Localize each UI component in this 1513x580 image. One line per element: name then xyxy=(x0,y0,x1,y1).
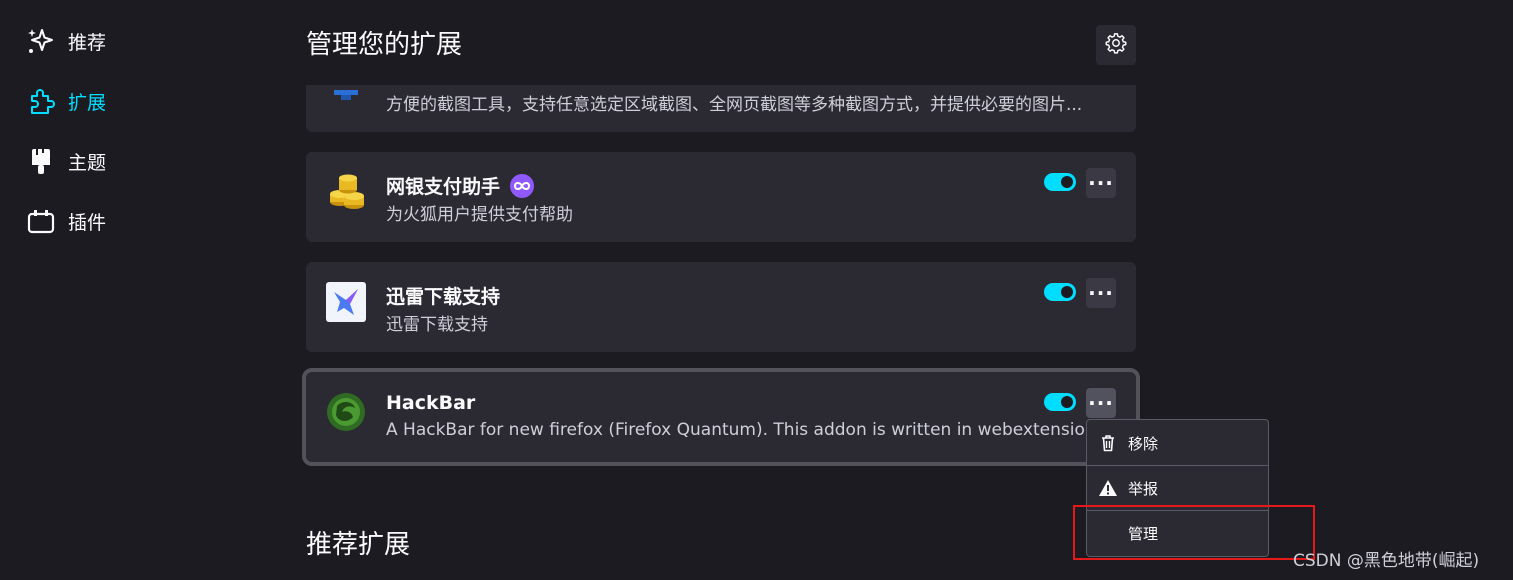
menu-item-label: 移除 xyxy=(1128,434,1159,453)
xunlei-bird-icon xyxy=(326,282,366,322)
menu-item-report[interactable]: 举报 xyxy=(1087,466,1268,510)
sidebar-item-recommendations[interactable]: 推荐 xyxy=(26,21,106,61)
hackbar-logo-icon xyxy=(326,392,366,432)
extension-toggle[interactable] xyxy=(1044,393,1076,411)
extension-card-payment[interactable]: 网银支付助手 为火狐用户提供支付帮助 ··· xyxy=(306,152,1136,242)
more-options-button[interactable]: ··· xyxy=(1086,278,1116,308)
trash-icon xyxy=(1098,433,1118,453)
extension-name-row: 网银支付助手 xyxy=(386,172,535,199)
more-icon: ··· xyxy=(1088,281,1114,305)
more-icon: ··· xyxy=(1088,391,1114,415)
sidebar-item-label: 推荐 xyxy=(68,31,107,54)
menu-item-label: 举报 xyxy=(1128,479,1159,498)
more-options-button[interactable]: ··· xyxy=(1086,388,1116,418)
extension-description: A HackBar for new firefox (Firefox Quant… xyxy=(386,420,1096,440)
extension-description: 迅雷下载支持 xyxy=(386,315,488,335)
sidebar-item-themes[interactable]: 主题 xyxy=(26,141,106,181)
extension-name: 迅雷下载支持 xyxy=(386,286,501,308)
coins-icon xyxy=(326,172,366,212)
sidebar-item-label: 插件 xyxy=(68,211,107,234)
screenshot-extension-icon xyxy=(334,85,358,100)
sidebar-item-label: 扩展 xyxy=(68,91,107,114)
warning-icon xyxy=(1098,478,1118,498)
annotation-highlight-box xyxy=(1073,505,1315,560)
puzzle-icon xyxy=(26,86,56,116)
extension-card-hackbar[interactable]: HackBar A HackBar for new firefox (Firef… xyxy=(302,368,1140,466)
infinity-icon xyxy=(510,173,535,198)
sparkle-icon xyxy=(26,26,56,56)
recommended-extensions-heading: 推荐扩展 xyxy=(306,530,411,560)
menu-item-remove[interactable]: 移除 xyxy=(1087,421,1268,465)
extension-description: 为火狐用户提供支付帮助 xyxy=(386,205,573,225)
extension-toggle[interactable] xyxy=(1044,283,1076,301)
extension-toggle[interactable] xyxy=(1044,173,1076,191)
extension-name: HackBar xyxy=(386,392,476,414)
main-content: 管理您的扩展 方便的截图工具，支持任意选定区域截图、全网页截图等多种截图方式，并… xyxy=(302,0,1140,580)
sidebar-item-label: 主题 xyxy=(68,151,107,174)
watermark-text: CSDN @黑色地带(崛起) xyxy=(1293,551,1480,571)
more-icon: ··· xyxy=(1088,171,1114,195)
settings-button-overlay[interactable] xyxy=(1096,25,1136,65)
more-options-button[interactable]: ··· xyxy=(1086,168,1116,198)
sidebar: 推荐 扩展 主题 插件 xyxy=(0,0,260,580)
page-title-overlay: 管理您的扩展 xyxy=(306,30,463,60)
gear-icon xyxy=(1105,32,1127,58)
sidebar-item-extensions[interactable]: 扩展 xyxy=(26,81,106,121)
extension-name: 网银支付助手 xyxy=(386,176,501,198)
brush-icon xyxy=(26,146,56,176)
extension-description: 方便的截图工具，支持任意选定区域截图、全网页截图等多种截图方式，并提供必要的图片… xyxy=(386,95,1083,115)
sidebar-item-plugins[interactable]: 插件 xyxy=(26,201,106,241)
plugin-icon xyxy=(26,206,56,236)
extension-card-xunlei[interactable]: 迅雷下载支持 迅雷下载支持 ··· xyxy=(306,262,1136,352)
